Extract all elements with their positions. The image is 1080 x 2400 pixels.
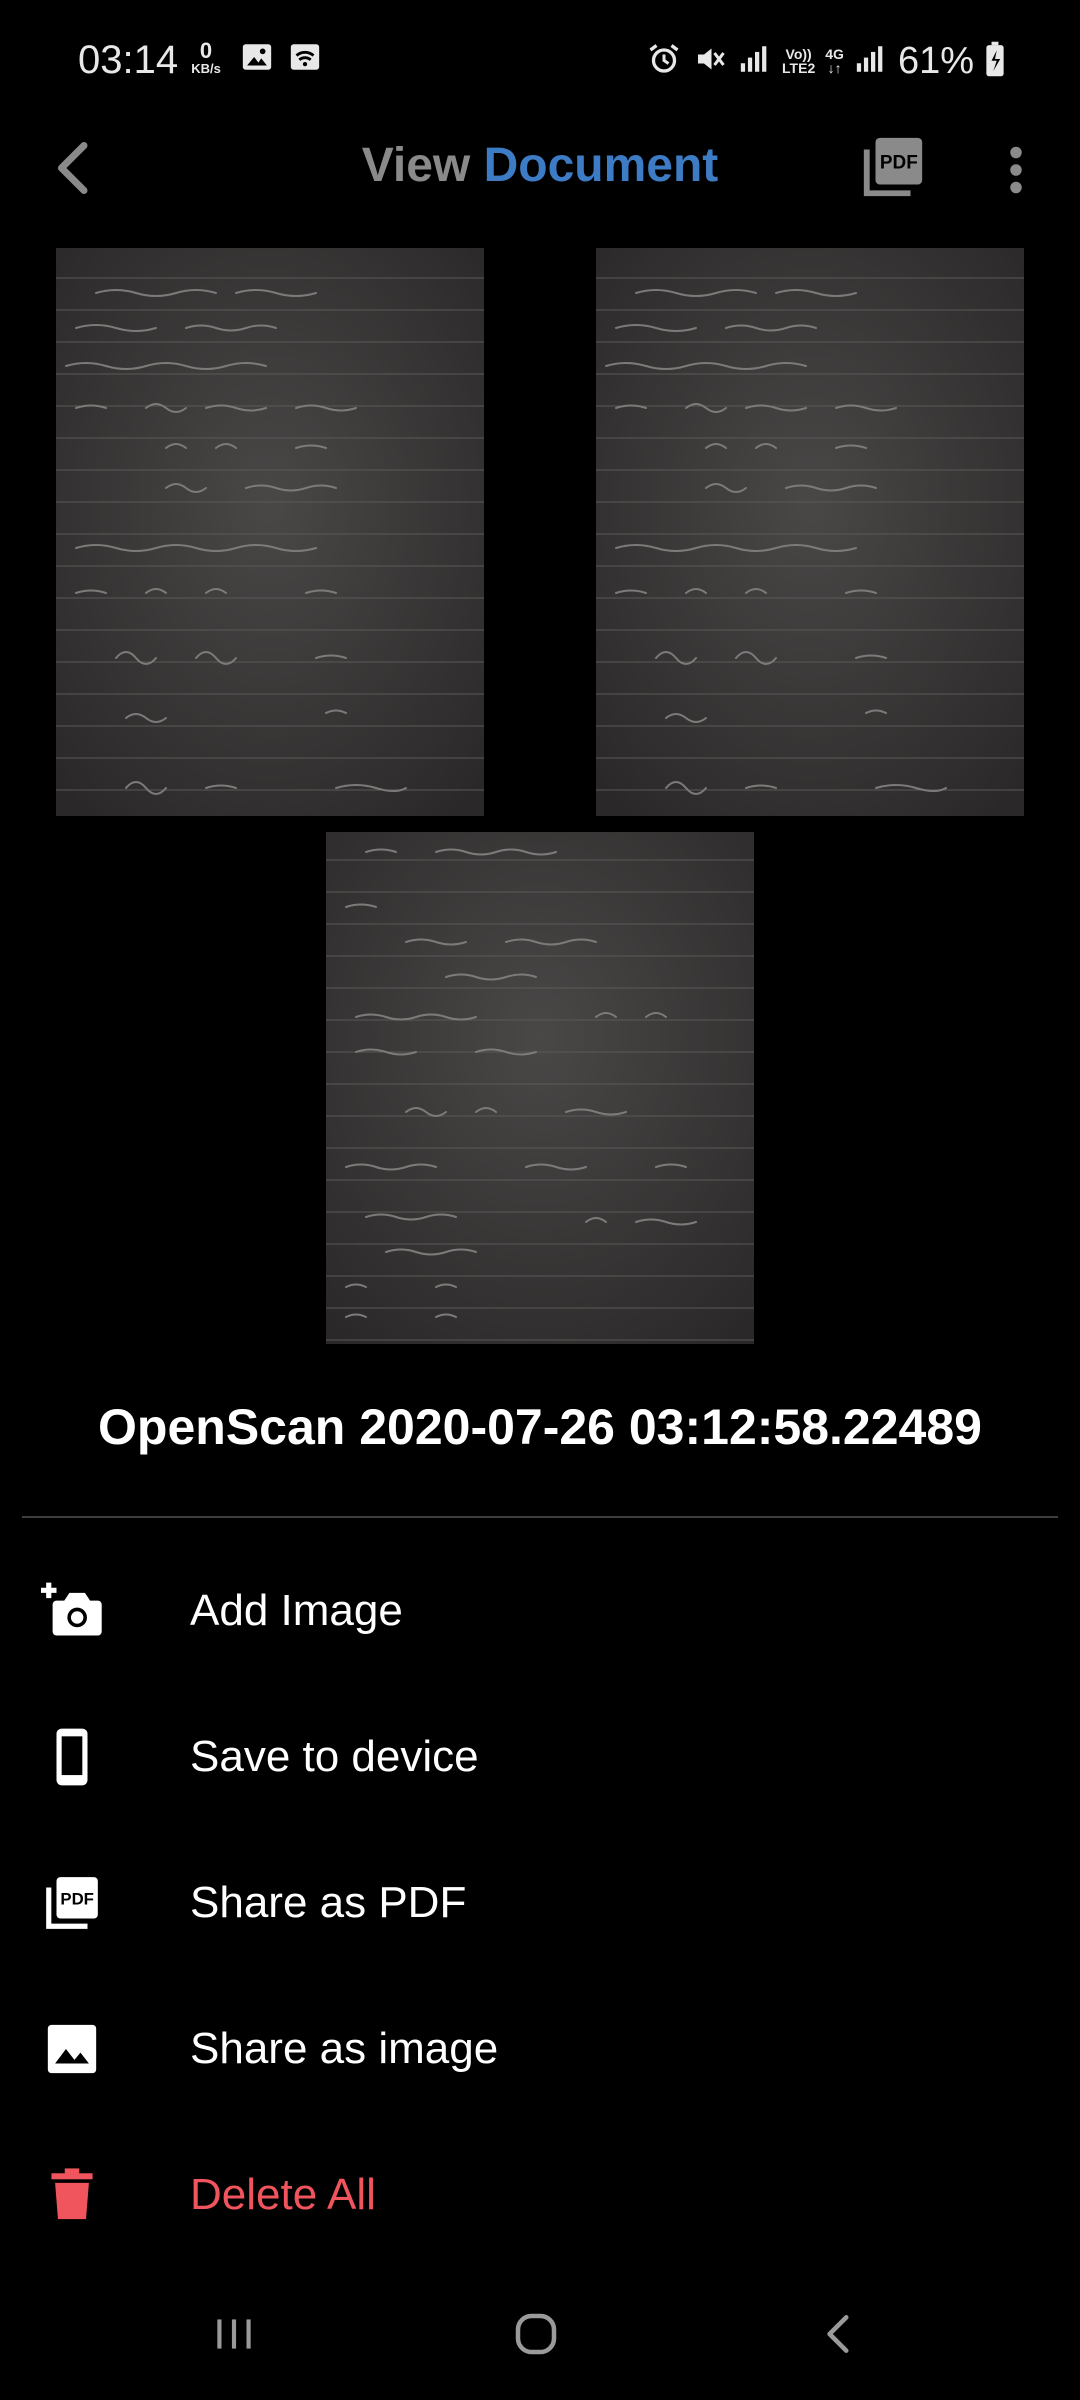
add-image-label: Add Image bbox=[190, 1586, 403, 1635]
mute-icon bbox=[692, 41, 728, 82]
nav-back-button[interactable] bbox=[800, 2294, 880, 2374]
battery-percent: 61% bbox=[897, 39, 974, 82]
document-page-thumbnail[interactable] bbox=[56, 248, 484, 816]
net-speed: 0 KB/s bbox=[186, 38, 226, 76]
gallery-notification-icon bbox=[240, 40, 274, 79]
title-document: Document bbox=[483, 139, 719, 192]
title-view: View bbox=[361, 139, 471, 192]
add-image-item[interactable]: Add Image bbox=[0, 1538, 1080, 1684]
bottom-sheet: OpenScan 2020-07-26 03:12:58.22489 Add I… bbox=[0, 1344, 1080, 2300]
delete-all-item[interactable]: Delete All bbox=[0, 2122, 1080, 2268]
share-as-image-label: Share as image bbox=[190, 2024, 499, 2073]
sheet-title: OpenScan 2020-07-26 03:12:58.22489 bbox=[98, 1399, 982, 1455]
document-page-thumbnail[interactable] bbox=[596, 248, 1024, 816]
data-arrows-icon: ↓↑ bbox=[827, 60, 842, 76]
add-camera-icon bbox=[40, 1579, 104, 1643]
back-icon bbox=[827, 2315, 849, 2353]
more-vert-icon bbox=[1010, 146, 1022, 194]
svg-text:PDF: PDF bbox=[60, 1889, 94, 1908]
signal-1-icon bbox=[738, 41, 772, 82]
handwritten-page-image bbox=[326, 832, 754, 1344]
status-bar: 03:14 0 KB/s Vo)) LTE2 4G ↓↑ 61% bbox=[0, 0, 1080, 120]
net-speed-value: 0 bbox=[199, 38, 213, 63]
save-to-device-item[interactable]: Save to device bbox=[0, 1684, 1080, 1830]
trash-icon bbox=[40, 2163, 104, 2227]
recent-apps-button[interactable] bbox=[194, 2294, 274, 2374]
volte-indicator: Vo)) LTE2 bbox=[782, 46, 816, 76]
pdf-icon: PDF bbox=[40, 1871, 104, 1935]
signal-2-icon bbox=[854, 41, 888, 82]
wifi-hotspot-icon bbox=[288, 40, 322, 79]
phone-icon bbox=[40, 1725, 104, 1789]
save-to-device-label: Save to device bbox=[190, 1732, 479, 1781]
share-as-pdf-item[interactable]: PDF Share as PDF bbox=[0, 1830, 1080, 1976]
status-right-group: Vo)) LTE2 4G ↓↑ 61% bbox=[646, 38, 1006, 84]
home-button[interactable] bbox=[496, 2294, 576, 2374]
more-options-button[interactable] bbox=[996, 140, 1036, 200]
pdf-icon: PDF bbox=[863, 137, 923, 197]
share-as-pdf-label: Share as PDF bbox=[190, 1878, 467, 1927]
delete-all-label: Delete All bbox=[190, 2170, 376, 2219]
net-speed-unit: KB/s bbox=[191, 61, 221, 76]
svg-text:PDF: PDF bbox=[880, 152, 918, 173]
navigation-bar bbox=[0, 2270, 1080, 2400]
recent-apps-icon bbox=[217, 2319, 251, 2349]
home-icon bbox=[515, 2313, 557, 2355]
share-as-image-item[interactable]: Share as image bbox=[0, 1976, 1080, 2122]
document-page-thumbnail[interactable] bbox=[326, 832, 754, 1344]
handwritten-page-image bbox=[56, 248, 484, 816]
app-bar: View Document PDF bbox=[0, 120, 1080, 220]
status-time: 03:14 bbox=[78, 38, 179, 82]
export-pdf-button[interactable]: PDF bbox=[858, 132, 928, 202]
divider bbox=[22, 1516, 1058, 1518]
network-type: 4G ↓↑ bbox=[825, 46, 844, 76]
alarm-icon bbox=[646, 41, 682, 82]
image-icon bbox=[40, 2017, 104, 2081]
battery-charging-icon bbox=[984, 40, 1006, 83]
handwritten-page-image bbox=[596, 248, 1024, 816]
